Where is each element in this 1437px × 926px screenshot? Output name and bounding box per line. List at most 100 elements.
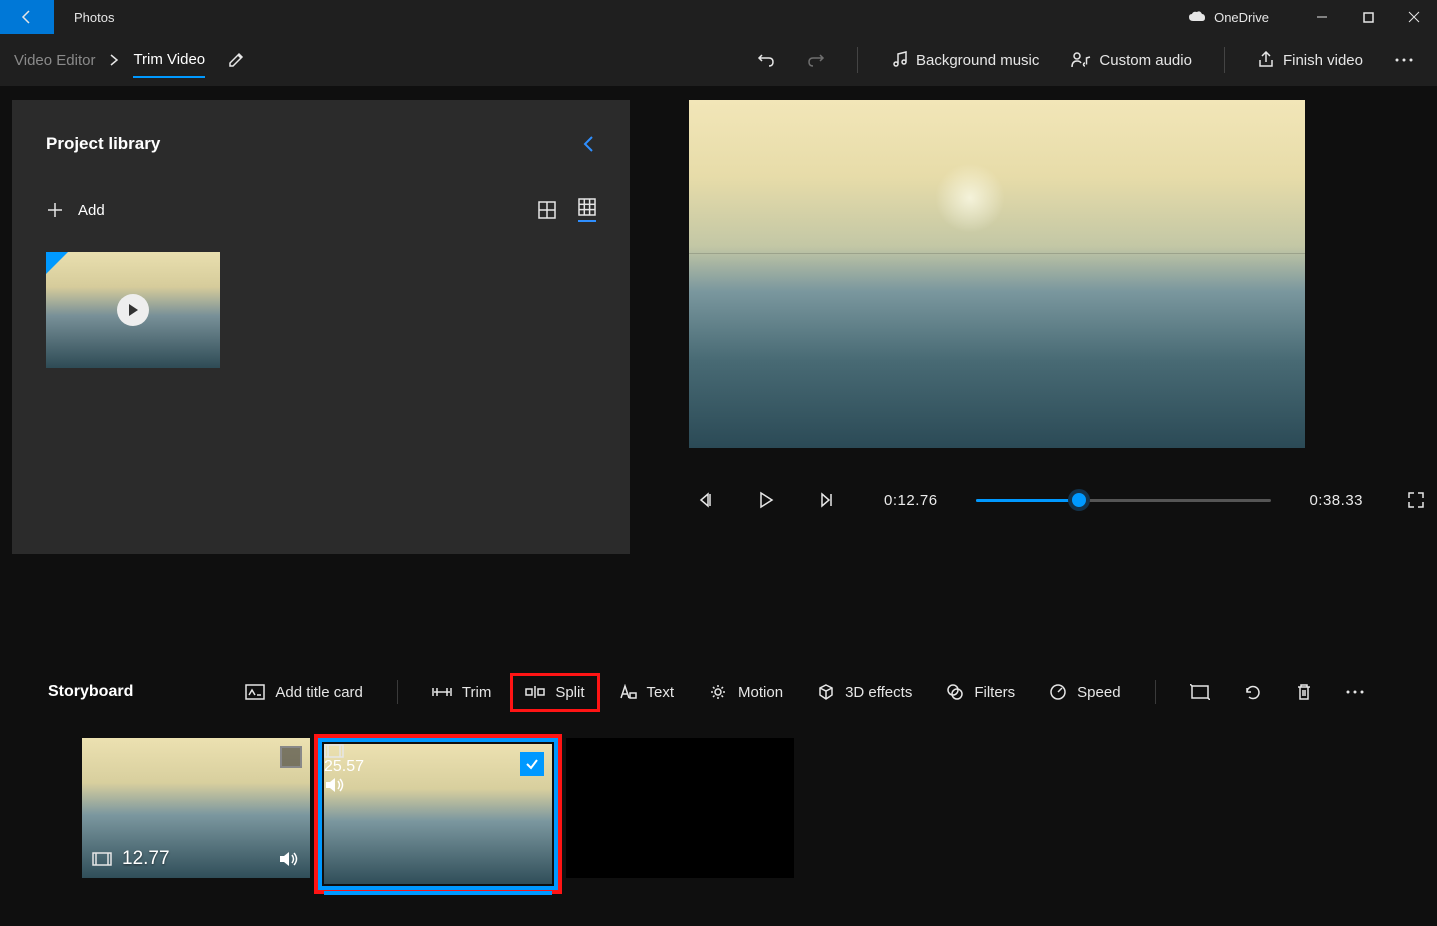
rename-button[interactable] bbox=[227, 51, 245, 69]
export-icon bbox=[1257, 51, 1275, 69]
grid-small-view-button[interactable] bbox=[578, 198, 596, 222]
frame-back-button[interactable] bbox=[696, 492, 716, 508]
speaker-icon bbox=[278, 850, 300, 868]
effects-icon bbox=[817, 683, 835, 701]
storyboard-clip[interactable]: 25.57 bbox=[324, 744, 552, 884]
app-title: Photos bbox=[74, 10, 114, 25]
add-title-card-button[interactable]: Add title card bbox=[233, 676, 375, 709]
filters-button[interactable]: Filters bbox=[934, 675, 1027, 709]
chevron-left-icon bbox=[582, 135, 596, 153]
grid-large-view-button[interactable] bbox=[538, 201, 556, 219]
seek-bar[interactable] bbox=[976, 490, 1272, 510]
minimize-button[interactable] bbox=[1299, 0, 1345, 34]
storyboard-clips: 12.77 25.57 bbox=[0, 726, 1437, 890]
video-preview[interactable] bbox=[689, 100, 1305, 448]
text-icon bbox=[619, 684, 637, 700]
library-title: Project library bbox=[46, 134, 160, 154]
storyboard-toolbar: Storyboard Add title card Trim Split Tex… bbox=[0, 658, 1437, 726]
speed-icon bbox=[1049, 683, 1067, 701]
custom-audio-button[interactable]: Custom audio bbox=[1061, 40, 1202, 80]
onedrive-button[interactable]: OneDrive bbox=[1188, 10, 1269, 25]
trash-icon bbox=[1296, 683, 1312, 701]
clip-audio-button[interactable] bbox=[278, 850, 300, 868]
cloud-icon bbox=[1188, 11, 1206, 23]
separator bbox=[857, 47, 858, 73]
resize-button[interactable] bbox=[1178, 676, 1222, 708]
motion-button[interactable]: Motion bbox=[696, 675, 795, 709]
speaker-icon bbox=[324, 776, 346, 794]
total-time: 0:38.33 bbox=[1309, 492, 1363, 509]
clip-audio-button[interactable] bbox=[324, 776, 552, 794]
breadcrumb-current[interactable]: Trim Video bbox=[133, 51, 205, 78]
separator bbox=[397, 680, 398, 704]
ellipsis-icon bbox=[1395, 57, 1413, 63]
title-card-icon bbox=[245, 684, 265, 700]
person-music-icon bbox=[1071, 51, 1091, 69]
motion-icon bbox=[708, 683, 728, 701]
back-button[interactable] bbox=[0, 0, 54, 34]
split-icon bbox=[525, 684, 545, 700]
plus-icon bbox=[46, 201, 64, 219]
preview-panel: 0:12.76 0:38.33 bbox=[680, 100, 1425, 658]
clip-duration: 25.57 bbox=[324, 758, 364, 775]
trim-icon bbox=[432, 684, 452, 700]
grid-large-icon bbox=[538, 201, 556, 219]
frame-forward-button[interactable] bbox=[816, 492, 836, 508]
maximize-button[interactable] bbox=[1345, 0, 1391, 34]
play-overlay-icon bbox=[117, 294, 149, 326]
redo-icon bbox=[807, 51, 825, 69]
crop-icon bbox=[1190, 684, 1210, 700]
undo-icon bbox=[757, 51, 775, 69]
frame-back-icon bbox=[698, 492, 714, 508]
rotate-button[interactable] bbox=[1232, 675, 1274, 709]
top-toolbar: Video Editor Trim Video Background music… bbox=[0, 34, 1437, 86]
clip-duration: 12.77 bbox=[122, 848, 170, 870]
storyboard-clip-selected-highlight: 25.57 bbox=[318, 738, 558, 890]
current-time: 0:12.76 bbox=[884, 492, 938, 509]
speed-button[interactable]: Speed bbox=[1037, 675, 1132, 709]
add-media-button[interactable]: Add bbox=[46, 201, 105, 219]
breadcrumb-root[interactable]: Video Editor bbox=[14, 52, 95, 69]
text-button[interactable]: Text bbox=[607, 676, 687, 709]
ellipsis-icon bbox=[1346, 689, 1364, 695]
collapse-library-button[interactable] bbox=[582, 135, 596, 153]
clip-checkbox-checked[interactable] bbox=[520, 752, 544, 776]
grid-small-icon bbox=[578, 198, 596, 216]
close-button[interactable] bbox=[1391, 0, 1437, 34]
pencil-icon bbox=[227, 51, 245, 69]
clip-checkbox[interactable] bbox=[280, 746, 302, 768]
rotate-icon bbox=[1244, 683, 1262, 701]
film-icon bbox=[324, 744, 344, 758]
library-clip-thumbnail[interactable] bbox=[46, 252, 220, 368]
split-button[interactable]: Split bbox=[513, 676, 596, 709]
3d-effects-button[interactable]: 3D effects bbox=[805, 675, 924, 709]
titlebar: Photos OneDrive bbox=[0, 0, 1437, 34]
separator bbox=[1155, 680, 1156, 704]
filters-icon bbox=[946, 683, 964, 701]
music-icon bbox=[890, 51, 908, 69]
redo-button[interactable] bbox=[797, 40, 835, 80]
film-icon bbox=[92, 852, 112, 866]
more-button[interactable] bbox=[1385, 40, 1423, 80]
fullscreen-button[interactable] bbox=[1407, 491, 1425, 509]
fullscreen-icon bbox=[1407, 491, 1425, 509]
onedrive-label: OneDrive bbox=[1214, 10, 1269, 25]
delete-button[interactable] bbox=[1284, 675, 1324, 709]
check-icon bbox=[525, 757, 539, 771]
seek-thumb[interactable] bbox=[1068, 489, 1090, 511]
chevron-right-icon bbox=[109, 54, 119, 66]
play-icon bbox=[758, 491, 774, 509]
background-music-button[interactable]: Background music bbox=[880, 40, 1049, 80]
project-library-panel: Project library Add bbox=[12, 100, 630, 554]
trim-button[interactable]: Trim bbox=[420, 676, 503, 709]
finish-video-button[interactable]: Finish video bbox=[1247, 40, 1373, 80]
play-button[interactable] bbox=[756, 491, 776, 509]
frame-forward-icon bbox=[818, 492, 834, 508]
empty-clip-slot[interactable] bbox=[566, 738, 794, 878]
storyboard-more-button[interactable] bbox=[1334, 681, 1376, 703]
storyboard-title: Storyboard bbox=[48, 683, 133, 701]
storyboard-clip[interactable]: 12.77 bbox=[82, 738, 310, 878]
undo-button[interactable] bbox=[747, 40, 785, 80]
breadcrumb: Video Editor Trim Video bbox=[14, 43, 245, 78]
separator bbox=[1224, 47, 1225, 73]
